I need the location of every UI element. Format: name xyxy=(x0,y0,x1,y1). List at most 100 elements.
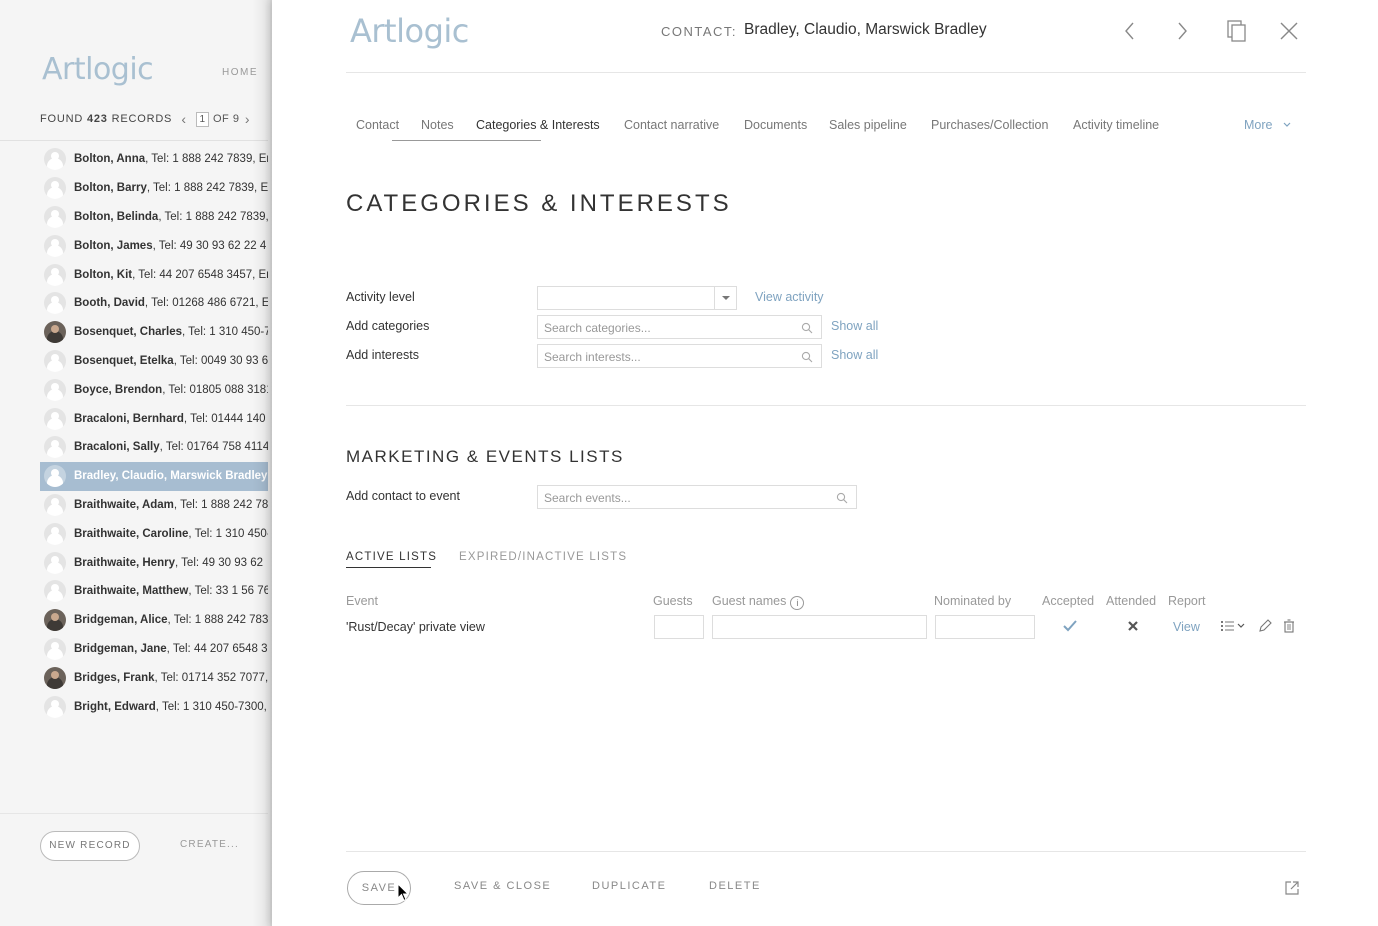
dropdown-arrow-icon[interactable] xyxy=(714,287,736,309)
show-all-categories-link[interactable]: Show all xyxy=(831,319,878,333)
tab-categories-interests[interactable]: Categories & Interests xyxy=(476,118,600,132)
record-list-item[interactable]: Bolton, Anna, Tel: 1 888 242 7839, Em xyxy=(40,145,268,174)
record-list-item[interactable]: Bradley, Claudio, Marswick Bradley, xyxy=(40,461,268,491)
show-all-interests-link[interactable]: Show all xyxy=(831,348,878,362)
record-list-item[interactable]: Bracaloni, Bernhard, Tel: 01444 140 6 xyxy=(40,404,268,433)
logo[interactable]: Artlogic xyxy=(350,12,469,50)
left-logo[interactable]: Artlogic xyxy=(42,52,154,87)
avatar xyxy=(44,263,66,286)
tab-documents[interactable]: Documents xyxy=(744,118,807,132)
record-name: Braithwaite, Caroline xyxy=(74,527,189,540)
avatar xyxy=(44,321,66,344)
avatar xyxy=(44,666,66,689)
divider xyxy=(346,72,1306,73)
active-tab-underline xyxy=(392,140,541,141)
record-name: Bridges, Frank xyxy=(74,671,155,684)
delete-button[interactable]: DELETE xyxy=(709,880,761,892)
avatar xyxy=(44,148,66,171)
record-list-item[interactable]: Bosenquet, Charles, Tel: 1 310 450-73 xyxy=(40,318,268,347)
avatar xyxy=(44,522,66,545)
create-menu-button[interactable]: CREATE... xyxy=(180,839,239,850)
record-list-item[interactable]: Bolton, Kit, Tel: 44 207 6548 3457, Em xyxy=(40,260,268,289)
record-list-item[interactable]: Braithwaite, Caroline, Tel: 1 310 450-7 xyxy=(40,519,268,548)
record-list-item[interactable]: Braithwaite, Matthew, Tel: 33 1 56 76 xyxy=(40,577,268,606)
duplicate-button[interactable]: DUPLICATE xyxy=(592,880,666,892)
interests-placeholder: Search interests... xyxy=(544,350,641,364)
events-search-input[interactable]: Search events... xyxy=(537,485,857,509)
search-icon xyxy=(801,322,813,334)
pager-current-input[interactable]: 1 xyxy=(196,111,209,127)
interests-search-input[interactable]: Search interests... xyxy=(537,344,822,368)
record-list-item[interactable]: Booth, David, Tel: 01268 486 6721, Em xyxy=(40,289,268,318)
record-name: Bright, Edward xyxy=(74,700,156,713)
record-name: Bridgeman, Alice xyxy=(74,614,168,627)
marketing-title: MARKETING & EVENTS LISTS xyxy=(346,447,624,466)
tab-contact[interactable]: Contact xyxy=(356,118,399,132)
tab-expired-lists[interactable]: EXPIRED/INACTIVE LISTS xyxy=(459,551,627,563)
guest-names-input[interactable] xyxy=(712,615,927,639)
record-list-item[interactable]: Boyce, Brendon, Tel: 01805 088 3181 xyxy=(40,375,268,404)
info-icon[interactable]: i xyxy=(790,596,805,610)
record-detail: , Tel: 01268 486 6721, Em xyxy=(144,297,268,310)
record-name: Braithwaite, Henry xyxy=(74,556,175,569)
add-categories-label: Add categories xyxy=(346,319,430,333)
attended-cross-icon[interactable] xyxy=(1127,620,1139,632)
record-name: Bracaloni, Bernhard xyxy=(74,412,184,425)
view-activity-link[interactable]: View activity xyxy=(755,290,824,304)
found-records: FOUND 423 RECORDS xyxy=(40,113,172,125)
close-icon[interactable] xyxy=(1276,18,1302,44)
divider xyxy=(0,140,268,141)
accepted-check-icon[interactable] xyxy=(1062,619,1078,633)
new-record-button[interactable]: NEW RECORD xyxy=(40,831,140,861)
copy-icon[interactable] xyxy=(1224,18,1250,44)
record-list-item[interactable]: Bolton, James, Tel: 49 30 93 62 22 4 xyxy=(40,231,268,260)
record-list-item[interactable]: Bosenquet, Etelka, Tel: 0049 30 93 6 xyxy=(40,347,268,376)
record-name: Bosenquet, Charles xyxy=(74,326,182,339)
record-list-item[interactable]: Bridges, Frank, Tel: 01714 352 7077, E xyxy=(40,663,268,692)
search-icon xyxy=(836,492,848,504)
avatar xyxy=(44,493,66,516)
contact-name: Bradley, Claudio, Marswick Bradley xyxy=(744,21,987,38)
record-list-item[interactable]: Bridgeman, Alice, Tel: 1 888 242 783 xyxy=(40,606,268,635)
record-list-item[interactable]: Braithwaite, Adam, Tel: 1 888 242 78 xyxy=(40,491,268,520)
add-interests-label: Add interests xyxy=(346,348,419,362)
record-detail: , Tel: 1 888 242 7839, Em xyxy=(146,182,268,195)
chevron-right-icon[interactable] xyxy=(1169,18,1195,44)
guests-input[interactable] xyxy=(654,615,704,639)
save-close-button[interactable]: SAVE & CLOSE xyxy=(454,880,551,892)
record-list-item[interactable]: Bracaloni, Sally, Tel: 01764 758 4114, xyxy=(40,433,268,462)
avatar xyxy=(44,436,66,459)
record-list-item[interactable]: Braithwaite, Henry, Tel: 49 30 93 62 xyxy=(40,548,268,577)
col-attended: Attended xyxy=(1106,594,1157,608)
active-subtab-underline xyxy=(346,567,431,568)
tab-more[interactable]: More xyxy=(1244,118,1292,132)
tab-active-lists[interactable]: ACTIVE LISTS xyxy=(346,551,437,563)
tab-notes[interactable]: Notes xyxy=(421,118,454,132)
col-guest-names-label: Guest names xyxy=(712,594,787,608)
nominated-by-input[interactable] xyxy=(935,615,1035,639)
record-list-panel: Artlogic HOME FOUND 423 RECORDS ‹ 1 OF 9… xyxy=(0,0,274,926)
list-menu-icon[interactable] xyxy=(1220,620,1248,632)
tab-sales-pipeline[interactable]: Sales pipeline xyxy=(829,118,907,132)
events-placeholder: Search events... xyxy=(544,491,631,505)
record-name: Bolton, Belinda xyxy=(74,210,159,223)
edit-pencil-icon[interactable] xyxy=(1258,619,1272,633)
tab-activity-timeline[interactable]: Activity timeline xyxy=(1073,118,1159,132)
record-list-item[interactable]: Bridgeman, Jane, Tel: 44 207 6548 3 xyxy=(40,635,268,664)
found-count: 423 xyxy=(86,113,108,125)
chevron-left-icon[interactable] xyxy=(1117,18,1143,44)
external-link-icon[interactable] xyxy=(1283,879,1301,897)
categories-search-input[interactable]: Search categories... xyxy=(537,315,822,339)
tab-more-label: More xyxy=(1244,118,1273,132)
delete-trash-icon[interactable] xyxy=(1283,619,1295,633)
tab-contact-narrative[interactable]: Contact narrative xyxy=(624,118,719,132)
record-list-item[interactable]: Bolton, Belinda, Tel: 1 888 242 7839, E xyxy=(40,203,268,232)
activity-level-select[interactable] xyxy=(537,286,737,310)
report-view-link[interactable]: View xyxy=(1173,620,1200,634)
col-accepted: Accepted xyxy=(1042,594,1095,608)
record-list-item[interactable]: Bright, Edward, Tel: 1 310 450-7300, E xyxy=(40,692,268,721)
record-list-item[interactable]: Bolton, Barry, Tel: 1 888 242 7839, Em xyxy=(40,174,268,203)
pager-prev-icon[interactable]: ‹ xyxy=(176,111,192,127)
search-icon xyxy=(801,351,813,363)
tab-purchases-collection[interactable]: Purchases/Collection xyxy=(931,118,1048,132)
